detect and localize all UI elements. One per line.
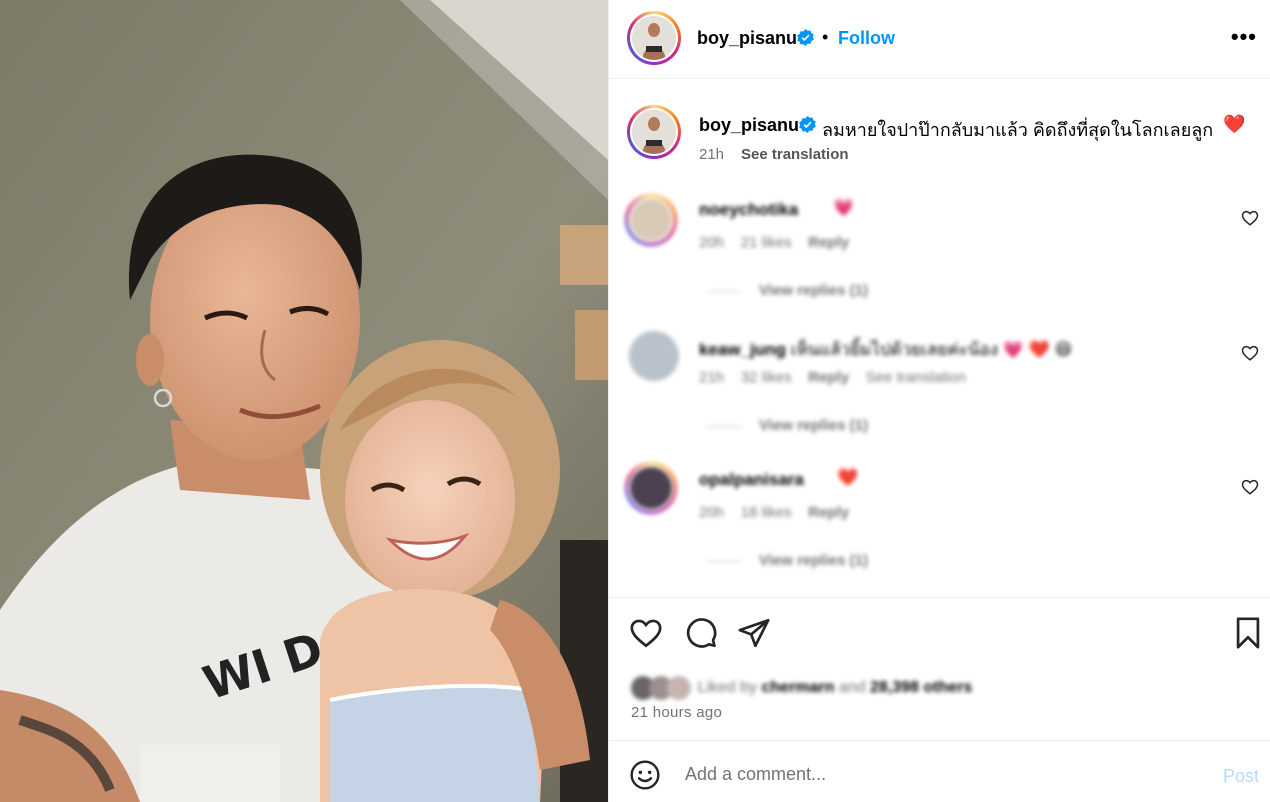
- header-username[interactable]: boy_pisanu: [697, 28, 797, 49]
- comment-emoji: 💗: [833, 198, 855, 217]
- comment-text: เห็นแล้วยิ้มไปด้วยเลยค่ะน้อง: [790, 340, 999, 359]
- comment-avatar[interactable]: [629, 331, 679, 381]
- liker-avatars: [631, 676, 693, 700]
- comment-likes[interactable]: 18 likes: [741, 504, 792, 521]
- comment-like-icon[interactable]: [1241, 209, 1259, 227]
- post-photo: WI DAMS: [0, 0, 608, 802]
- verified-badge-icon: [797, 29, 814, 46]
- caption-text: ลมหายใจปาป๊ากลับมาแล้ว คิดถึงที่สุดในโลก…: [822, 120, 1214, 140]
- post-timestamp[interactable]: 21 hours ago: [631, 704, 722, 721]
- comment-item: opalpanisara ❤️ 20h 18 likes Reply View …: [609, 460, 1270, 590]
- author-avatar[interactable]: [627, 11, 681, 65]
- caption-username[interactable]: boy_pisanu: [699, 115, 799, 136]
- follow-button[interactable]: Follow: [838, 28, 895, 49]
- comment-item: noeychotika 💗 20h 21 likes Reply View re…: [609, 190, 1270, 320]
- comment-likes[interactable]: 32 likes: [741, 369, 792, 386]
- liked-by-prefix: Liked by: [697, 679, 758, 697]
- comment-emoji: 💗 ❤️ 😆: [1002, 340, 1073, 359]
- comment-meta: 20h 21 likes Reply: [699, 234, 849, 251]
- view-replies[interactable]: View replies (1): [707, 417, 868, 434]
- comment-like-icon[interactable]: [1241, 478, 1259, 496]
- liked-by-user[interactable]: chermarn: [762, 679, 835, 696]
- comment-meta: 21h 32 likes Reply See translation: [699, 369, 966, 386]
- see-translation-link[interactable]: See translation: [741, 146, 849, 163]
- heart-icon[interactable]: [629, 616, 663, 650]
- comment-time[interactable]: 20h: [699, 504, 724, 521]
- post-comment-button[interactable]: Post: [1223, 766, 1259, 787]
- post-header: boy_pisanu • Follow •••: [609, 0, 1270, 79]
- view-replies-label[interactable]: View replies (1): [759, 417, 868, 434]
- separator-dot: •: [822, 27, 829, 47]
- view-replies[interactable]: View replies (1): [707, 282, 868, 299]
- view-replies-label[interactable]: View replies (1): [759, 282, 868, 299]
- comment-avatar[interactable]: [625, 462, 677, 514]
- comment-like-icon[interactable]: [1241, 344, 1259, 362]
- comment-time[interactable]: 21h: [699, 369, 724, 386]
- comment-bubble-icon[interactable]: [684, 616, 718, 650]
- comment-input-bar: Post: [609, 740, 1270, 802]
- comment-item: keaw_jung เห็นแล้วยิ้มไปด้วยเลยค่ะน้อง 💗…: [609, 325, 1270, 455]
- comment-avatar[interactable]: [625, 194, 677, 246]
- add-comment-input[interactable]: [683, 759, 1207, 789]
- likes-summary[interactable]: Liked by chermarn and 28,398 others: [631, 676, 972, 700]
- smiley-icon[interactable]: [629, 759, 661, 791]
- verified-badge-icon: [799, 116, 816, 133]
- comment-likes[interactable]: 21 likes: [741, 234, 792, 251]
- paper-plane-icon[interactable]: [737, 616, 771, 650]
- comment-time[interactable]: 20h: [699, 234, 724, 251]
- more-options-icon[interactable]: •••: [1231, 24, 1257, 50]
- comment-emoji: ❤️: [837, 468, 859, 487]
- view-replies[interactable]: View replies (1): [707, 552, 868, 569]
- post-actions: Liked by chermarn and 28,398 others 21 h…: [609, 597, 1270, 740]
- comment-reply[interactable]: Reply: [808, 234, 849, 251]
- caption-avatar[interactable]: [627, 105, 681, 159]
- bookmark-icon[interactable]: [1231, 616, 1265, 650]
- post-side-panel: boy_pisanu • Follow ••• boy_pisanu ลมหาย…: [608, 0, 1270, 802]
- caption-heart-emoji: ❤️: [1223, 114, 1246, 134]
- liked-by-others[interactable]: 28,398 others: [870, 679, 972, 696]
- comment-reply[interactable]: Reply: [808, 369, 849, 386]
- photo-illustration: WI DAMS: [0, 0, 608, 802]
- comment-username[interactable]: noeychotika: [699, 200, 798, 220]
- liked-by-joiner: and: [838, 679, 866, 697]
- view-replies-label[interactable]: View replies (1): [759, 552, 868, 569]
- comment-meta: 20h 18 likes Reply: [699, 504, 849, 521]
- comment-username[interactable]: keaw_jung: [699, 340, 786, 359]
- comment-reply[interactable]: Reply: [808, 504, 849, 521]
- caption-time[interactable]: 21h: [699, 146, 724, 163]
- comment-translation[interactable]: See translation: [866, 369, 966, 386]
- comment-line: keaw_jung เห็นแล้วยิ้มไปด้วยเลยค่ะน้อง 💗…: [699, 336, 1072, 363]
- comment-username[interactable]: opalpanisara: [699, 470, 804, 490]
